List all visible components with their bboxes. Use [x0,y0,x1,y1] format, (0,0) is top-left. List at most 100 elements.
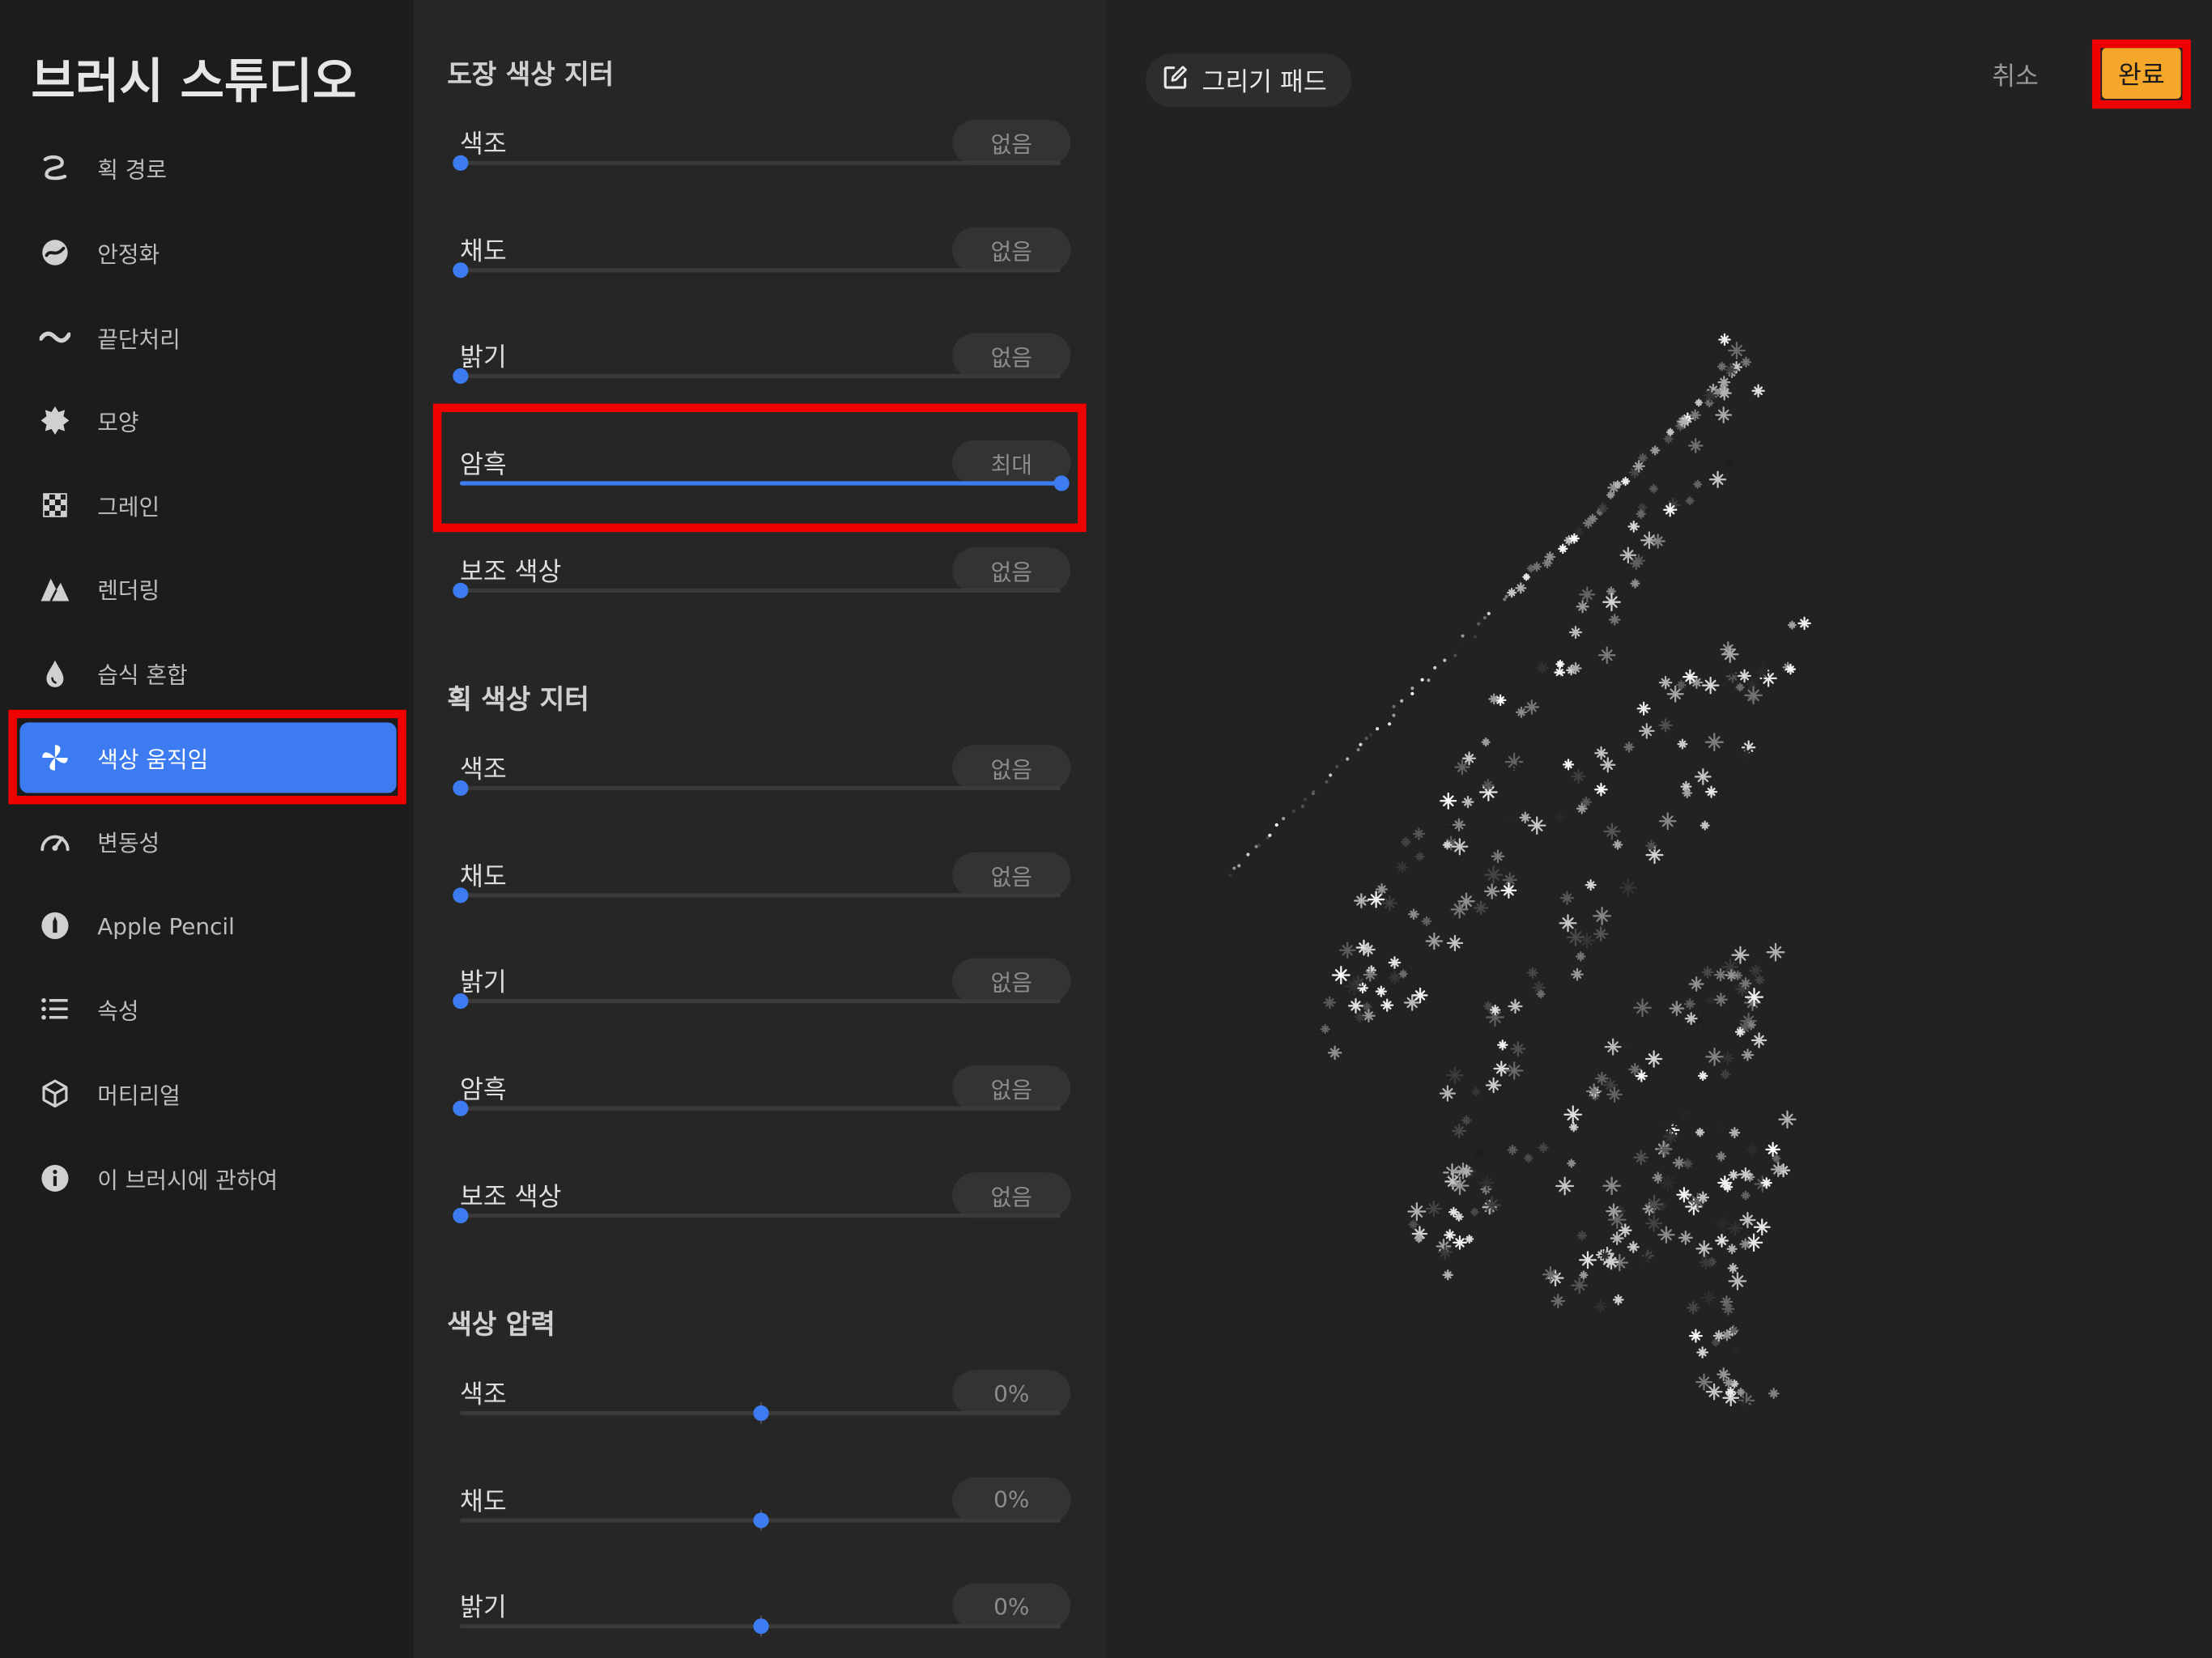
slider-track[interactable] [453,155,1061,171]
slider-value-pill[interactable]: 없음 [952,852,1071,897]
sidebar-item-properties[interactable]: 속성 [19,974,396,1044]
star-particle [1677,738,1688,750]
star-particle [1652,1171,1665,1184]
dot-particle [1410,687,1414,691]
slider-knob[interactable] [753,1511,769,1528]
dot-particle [1453,653,1457,657]
sidebar-item-shape[interactable]: 모양 [19,385,396,456]
sidebar-item-materials[interactable]: 머티리얼 [19,1058,396,1129]
dot-particle [1461,634,1465,638]
sidebar-item-label: 획 경로 [97,156,168,184]
sidebar-item-rendering[interactable]: 렌더링 [19,553,396,623]
star-particle [1600,757,1616,773]
star-particle [1694,767,1712,785]
slider-value-pill[interactable]: 없음 [952,546,1071,593]
star-particle [1778,1110,1797,1129]
sidebar-item-about[interactable]: 이 브러시에 관하여 [19,1143,396,1214]
sidebar-item-grain[interactable]: 그레인 [19,470,396,540]
star-particle [1784,664,1797,675]
star-particle [1502,872,1518,888]
slider-track[interactable] [460,1402,1061,1424]
sidebar-item-dynamics[interactable]: 변동성 [19,806,396,876]
slider-value-pill[interactable]: 없음 [952,1172,1071,1218]
star-particle [1362,1009,1376,1023]
slider-label: 보조 색상 [460,1182,562,1212]
slider-knob[interactable] [453,155,469,171]
star-particle [1623,741,1635,753]
star-particle [1727,1262,1739,1274]
slider-value-pill[interactable]: 없음 [952,1065,1071,1111]
slider-track[interactable] [453,780,1061,797]
dot-particle [1477,622,1481,626]
slider-track[interactable] [453,886,1061,903]
slider-value-pill[interactable]: 없음 [952,959,1071,1004]
star-particle [1574,526,1585,537]
drawing-pad[interactable]: 그리기 패드 취소 완료 [1106,0,2212,1658]
slider-track[interactable] [453,1207,1061,1223]
sidebar-item-stroke-path[interactable]: 획 경로 [19,133,396,203]
star-particle [1728,342,1746,359]
dot-particle [1246,852,1250,857]
sidebar-item-label: 머티리얼 [97,1082,181,1109]
sidebar-item-label: Apple Pencil [97,912,235,939]
sidebar-item-apple-pencil[interactable]: Apple Pencil [19,891,396,961]
dot-particle [1356,748,1360,752]
slider-label: 암흑 [460,1075,507,1105]
slider-knob[interactable] [753,1405,769,1422]
star-particle [1523,1153,1534,1163]
slider-value-pill[interactable]: 0% [952,1584,1071,1630]
slider-track[interactable] [453,1100,1061,1116]
star-particle [1665,427,1675,436]
star-particle [1567,1158,1576,1168]
star-particle [1375,985,1387,997]
slider-knob[interactable] [453,780,469,797]
star-particle [1618,1223,1632,1238]
dot-particle [1237,864,1241,868]
slider-knob[interactable] [453,368,469,385]
dot-particle [1335,764,1339,769]
slider-track[interactable] [453,993,1061,1010]
cancel-button[interactable]: 취소 [1992,57,2039,93]
star-particle [1697,1070,1708,1082]
star-particle [1407,1201,1427,1221]
slider-knob[interactable] [753,1618,769,1635]
star-particle [1362,1001,1372,1012]
slider-value-pill[interactable]: 없음 [952,334,1071,379]
star-particle [1718,333,1731,346]
slider-value-pill[interactable]: 0% [952,1370,1071,1416]
slider-track[interactable] [460,1616,1061,1638]
star-particle [1636,701,1651,716]
slider-knob[interactable] [453,993,469,1010]
slider-knob[interactable] [453,886,469,903]
slider-knob[interactable] [453,261,469,278]
star-particle [1576,802,1588,814]
star-particle [1678,414,1691,429]
star-particle [1558,543,1568,555]
star-particle [1452,818,1466,832]
slider-value-pill[interactable]: 없음 [952,120,1071,165]
dot-particle [1329,773,1333,777]
slider-value-pill[interactable]: 없음 [952,227,1071,272]
star-particle [1568,1122,1579,1133]
sidebar-item-wet-mix[interactable]: 습식 혼합 [19,638,396,708]
selected-item-highlight [8,709,406,805]
sidebar-item-stabilization[interactable]: 안정화 [19,217,396,287]
slider-knob[interactable] [453,1207,469,1223]
star-particle [1363,967,1377,982]
slider-value-pill[interactable]: 없음 [952,745,1071,791]
star-particle [1699,1255,1713,1270]
slider-track[interactable] [460,1509,1061,1531]
slider-knob[interactable] [453,1100,469,1116]
sidebar-item-taper[interactable]: 끝단처리 [19,302,396,372]
drawing-pad-button[interactable]: 그리기 패드 [1145,53,1352,108]
slider-knob[interactable] [453,582,469,598]
slider-value-pill[interactable]: 0% [952,1477,1071,1523]
star-particle [1713,967,1728,982]
star-particle [1640,531,1658,550]
star-particle [1662,503,1678,517]
slider-track[interactable] [453,368,1061,385]
star-particle [1712,1119,1727,1134]
slider-track[interactable] [453,582,1061,598]
star-particle [1726,1244,1738,1255]
slider-track[interactable] [453,261,1061,278]
